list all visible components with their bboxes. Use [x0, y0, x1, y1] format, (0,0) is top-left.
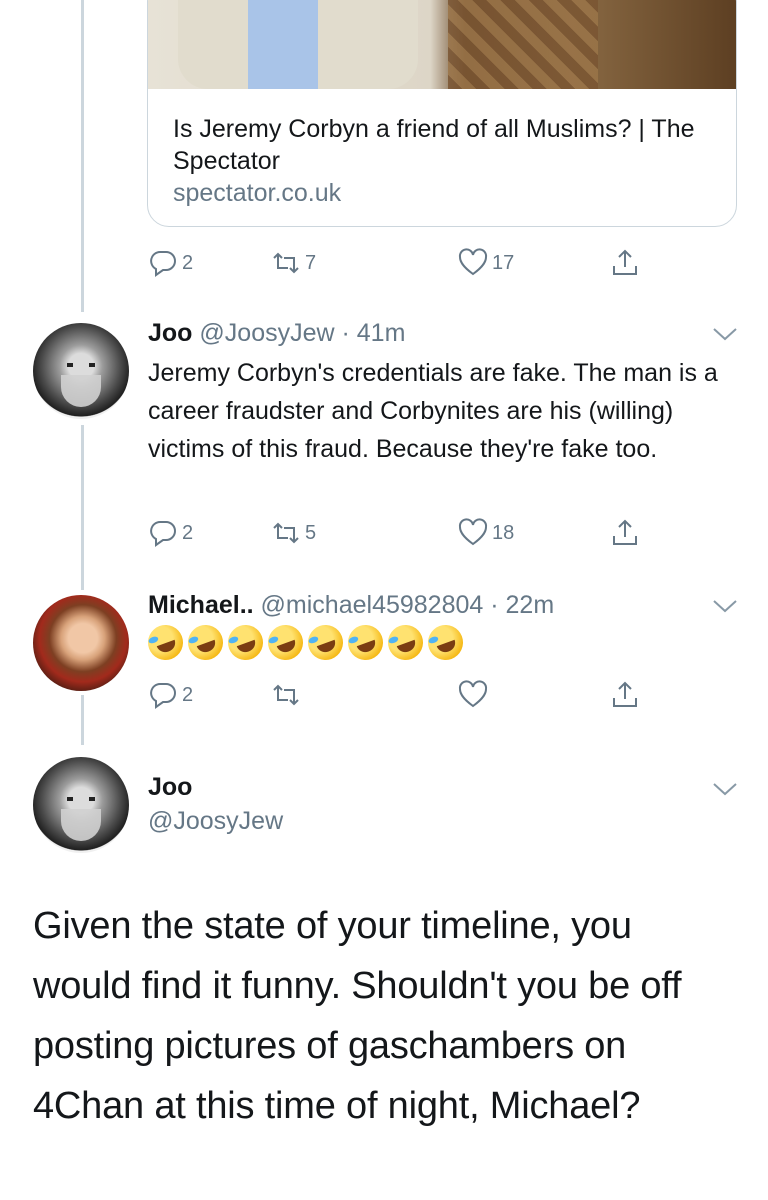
- chevron-down-icon[interactable]: [712, 598, 738, 614]
- retweet-button[interactable]: 7: [271, 243, 316, 283]
- like-icon: [458, 248, 488, 276]
- like-button[interactable]: [458, 675, 488, 715]
- main-tweet-text: Given the state of your timeline, you wo…: [33, 905, 682, 1127]
- link-preview-domain: spectator.co.uk: [173, 179, 342, 207]
- share-icon: [613, 681, 637, 707]
- thread-line-top: [81, 0, 84, 312]
- share-icon: [613, 249, 637, 275]
- author-name[interactable]: Joo: [148, 773, 192, 802]
- tweet-header: Michael.. @michael45982804 · 22m: [148, 591, 555, 619]
- reply-icon: [150, 683, 176, 709]
- retweet-icon: [273, 252, 299, 274]
- laughing-emoji-icon: [343, 620, 388, 665]
- reply-icon: [150, 251, 176, 277]
- share-button[interactable]: [610, 513, 640, 553]
- reply-count: 2: [182, 251, 194, 274]
- like-count: 18: [492, 521, 515, 544]
- link-preview-card[interactable]: Is Jeremy Corbyn a friend of all Muslims…: [147, 0, 737, 227]
- like-count: 17: [492, 251, 515, 274]
- retweet-icon: [273, 684, 299, 706]
- avatar[interactable]: [33, 757, 129, 853]
- reply-button[interactable]: 2: [148, 243, 193, 283]
- author-handle[interactable]: @JoosyJew: [199, 319, 334, 347]
- link-preview-title: Is Jeremy Corbyn a friend of all Muslims…: [173, 115, 695, 175]
- like-button[interactable]: 17: [458, 243, 514, 283]
- laughing-emoji-icon: [423, 620, 468, 665]
- tweet-header: Joo @JoosyJew · 41m: [148, 319, 406, 347]
- share-button[interactable]: [610, 675, 640, 715]
- laughing-emoji-icon: [183, 620, 228, 665]
- tweet-actions: 2 7 17: [148, 243, 668, 283]
- retweet-button[interactable]: [271, 675, 301, 715]
- laughing-emoji-icon: [223, 620, 268, 665]
- retweet-icon: [273, 522, 299, 544]
- thread-line-middle: [81, 425, 84, 590]
- retweet-count: 7: [305, 251, 317, 274]
- tweet-actions: 2: [148, 675, 668, 715]
- tweet-text: Jeremy Corbyn's credentials are fake. Th…: [148, 359, 718, 463]
- share-icon: [613, 519, 637, 545]
- reply-button[interactable]: 2: [148, 675, 193, 715]
- share-button[interactable]: [610, 243, 640, 283]
- reply-count: 2: [182, 521, 194, 544]
- author-handle[interactable]: @JoosyJew: [148, 807, 283, 836]
- laughing-emoji-icon: [263, 620, 308, 665]
- laughing-emoji-icon: [143, 620, 188, 665]
- reply-icon: [150, 521, 176, 547]
- author-handle[interactable]: @michael45982804: [261, 591, 484, 619]
- chevron-down-icon[interactable]: [712, 781, 738, 797]
- like-button[interactable]: 18: [458, 513, 514, 553]
- tweet-actions: 2 5 18: [148, 513, 668, 553]
- retweet-count: 5: [305, 521, 317, 544]
- like-icon: [458, 518, 488, 546]
- laughing-emoji-icon: [383, 620, 428, 665]
- reply-button[interactable]: 2: [148, 513, 193, 553]
- timestamp[interactable]: 22m: [506, 591, 555, 619]
- retweet-button[interactable]: 5: [271, 513, 316, 553]
- laughing-emoji-icon: [303, 620, 348, 665]
- link-preview-image: [148, 0, 736, 89]
- timestamp[interactable]: 41m: [357, 319, 406, 347]
- avatar[interactable]: [33, 595, 129, 691]
- like-icon: [458, 680, 488, 708]
- author-name[interactable]: Joo: [148, 319, 192, 347]
- avatar[interactable]: [33, 323, 129, 419]
- tweet-emoji-row: [143, 620, 468, 665]
- thread-line-lower: [81, 695, 84, 745]
- reply-count: 2: [182, 683, 194, 706]
- author-name[interactable]: Michael..: [148, 591, 254, 619]
- chevron-down-icon[interactable]: [712, 326, 738, 342]
